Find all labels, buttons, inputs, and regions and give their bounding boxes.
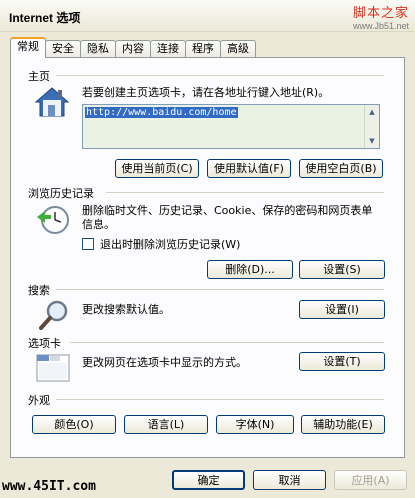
- appearance-separator: [56, 399, 384, 400]
- watermark-top-main: 脚本之家: [352, 5, 409, 20]
- colors-button[interactable]: 颜色(O): [32, 415, 116, 434]
- search-icon: [39, 300, 68, 330]
- delete-on-exit-label[interactable]: 退出时删除浏览历史记录(W): [100, 238, 240, 252]
- accessibility-button[interactable]: 辅助功能(E): [301, 415, 385, 434]
- ok-button[interactable]: 确定: [172, 470, 245, 490]
- search-settings-button[interactable]: 设置(I): [299, 300, 385, 319]
- tab-programs[interactable]: 程序: [185, 40, 221, 58]
- search-separator: [56, 289, 384, 290]
- tabs-settings-button[interactable]: 设置(T): [299, 352, 385, 371]
- tabs-icon: [36, 354, 70, 382]
- languages-button[interactable]: 语言(L): [124, 415, 208, 434]
- history-description: 删除临时文件、历史记录、Cookie、保存的密码和网页表单信息。: [82, 204, 373, 231]
- watermark-top: 脚本之家 www.Jb51.net: [353, 2, 409, 31]
- use-default-button[interactable]: 使用默认值(F): [207, 159, 291, 178]
- history-separator: [106, 192, 384, 193]
- history-group-title: 浏览历史记录: [28, 187, 94, 200]
- tab-strip: 常规 安全 隐私 内容 连接 程序 高级: [10, 37, 256, 58]
- tab-general[interactable]: 常规: [10, 37, 46, 58]
- tab-privacy[interactable]: 隐私: [80, 40, 116, 58]
- tab-security[interactable]: 安全: [45, 40, 81, 58]
- title-bar: Internet 选项 脚本之家 www.Jb51.net: [0, 0, 415, 32]
- tabs-separator: [70, 342, 384, 343]
- scroll-down-icon[interactable]: ▼: [365, 134, 379, 148]
- fonts-button[interactable]: 字体(N): [216, 415, 294, 434]
- use-current-button[interactable]: 使用当前页(C): [115, 159, 199, 178]
- url-scrollbar[interactable]: ▲ ▼: [364, 105, 379, 148]
- apply-button[interactable]: 应用(A): [334, 470, 407, 490]
- window-title: Internet 选项: [9, 11, 81, 25]
- search-description: 更改搜索默认值。: [82, 303, 170, 316]
- home-url-field[interactable]: http://www.baidu.com/home ▲ ▼: [82, 104, 380, 149]
- tab-content[interactable]: 内容: [115, 40, 151, 58]
- use-blank-button[interactable]: 使用空白页(B): [299, 159, 383, 178]
- watermark-bottom: www.45IT.com: [2, 479, 96, 494]
- tab-connections[interactable]: 连接: [150, 40, 186, 58]
- delete-on-exit-checkbox[interactable]: [82, 238, 94, 250]
- home-description: 若要创建主页选项卡，请在各地址行键入地址(R)。: [82, 86, 330, 99]
- home-icon: [34, 87, 70, 117]
- scroll-up-icon[interactable]: ▲: [365, 105, 379, 119]
- tabs-description: 更改网页在选项卡中显示的方式。: [82, 356, 247, 369]
- cancel-button[interactable]: 取消: [253, 470, 326, 490]
- home-url-text: http://www.baidu.com/home: [85, 107, 238, 118]
- appearance-group-title: 外观: [28, 394, 50, 407]
- history-icon: [37, 206, 69, 234]
- search-group-title: 搜索: [28, 284, 50, 297]
- home-group-title: 主页: [28, 70, 50, 83]
- tab-advanced[interactable]: 高级: [220, 40, 256, 58]
- history-settings-button[interactable]: 设置(S): [299, 260, 385, 279]
- delete-history-button[interactable]: 删除(D)...: [207, 260, 293, 279]
- watermark-top-url: www.Jb51.net: [352, 21, 409, 31]
- tabs-group-title: 选项卡: [28, 337, 61, 350]
- home-separator: [56, 75, 384, 76]
